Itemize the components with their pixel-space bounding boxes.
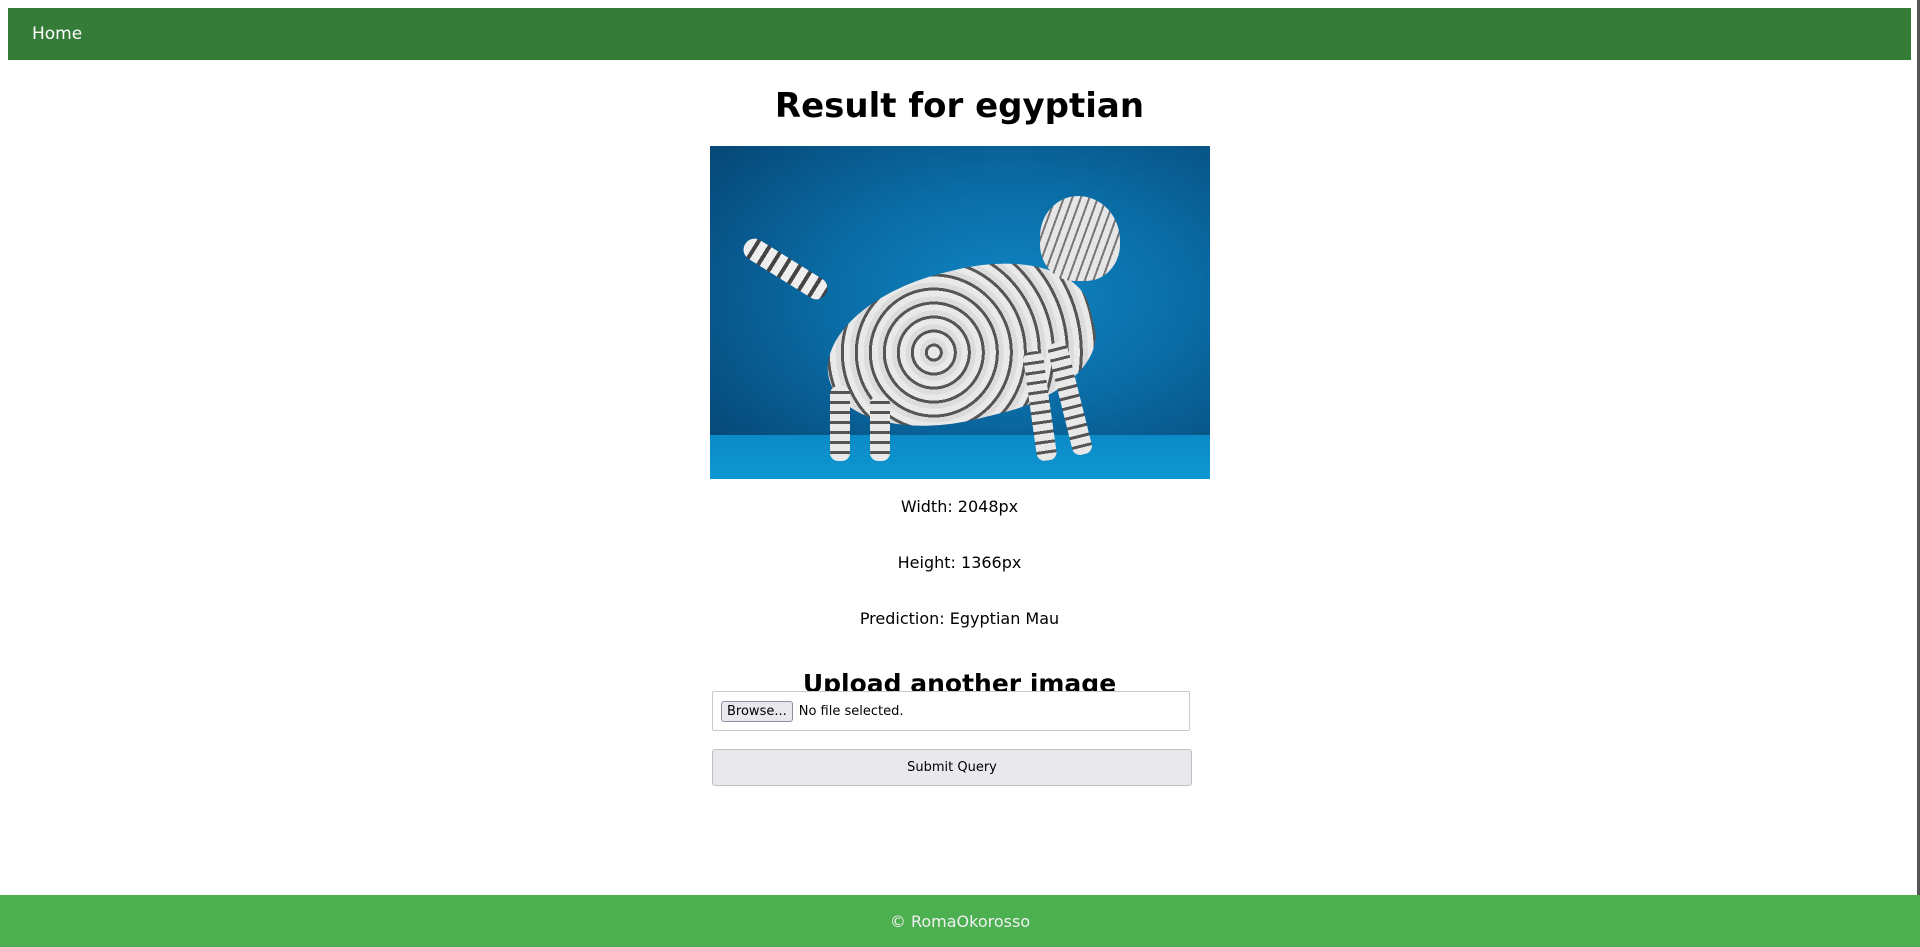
page: Home Result for egyptian Width: 2048px H… xyxy=(0,0,1920,947)
image-width-text: Width: 2048px xyxy=(900,497,1019,516)
submit-query-button[interactable]: Submit Query xyxy=(712,749,1192,786)
image-height-text: Height: 1366px xyxy=(897,553,1022,572)
result-image xyxy=(710,146,1210,479)
cat-tail xyxy=(739,234,832,304)
browse-button[interactable]: Browse... xyxy=(721,700,793,722)
navbar: Home xyxy=(8,8,1911,60)
file-input[interactable]: Browse... No file selected. xyxy=(712,691,1190,731)
footer: © RomaOkorosso xyxy=(0,895,1920,947)
cat-head xyxy=(1040,196,1120,281)
prediction-text: Prediction: Egyptian Mau xyxy=(859,609,1060,628)
nav-home-link[interactable]: Home xyxy=(24,24,90,44)
file-status-text: No file selected. xyxy=(798,703,904,719)
cat-leg xyxy=(870,396,890,461)
page-title: Result for egyptian xyxy=(774,86,1145,126)
image-floor xyxy=(710,435,1210,479)
footer-copyright: © RomaOkorosso xyxy=(889,911,1031,931)
cat-leg xyxy=(830,386,850,461)
